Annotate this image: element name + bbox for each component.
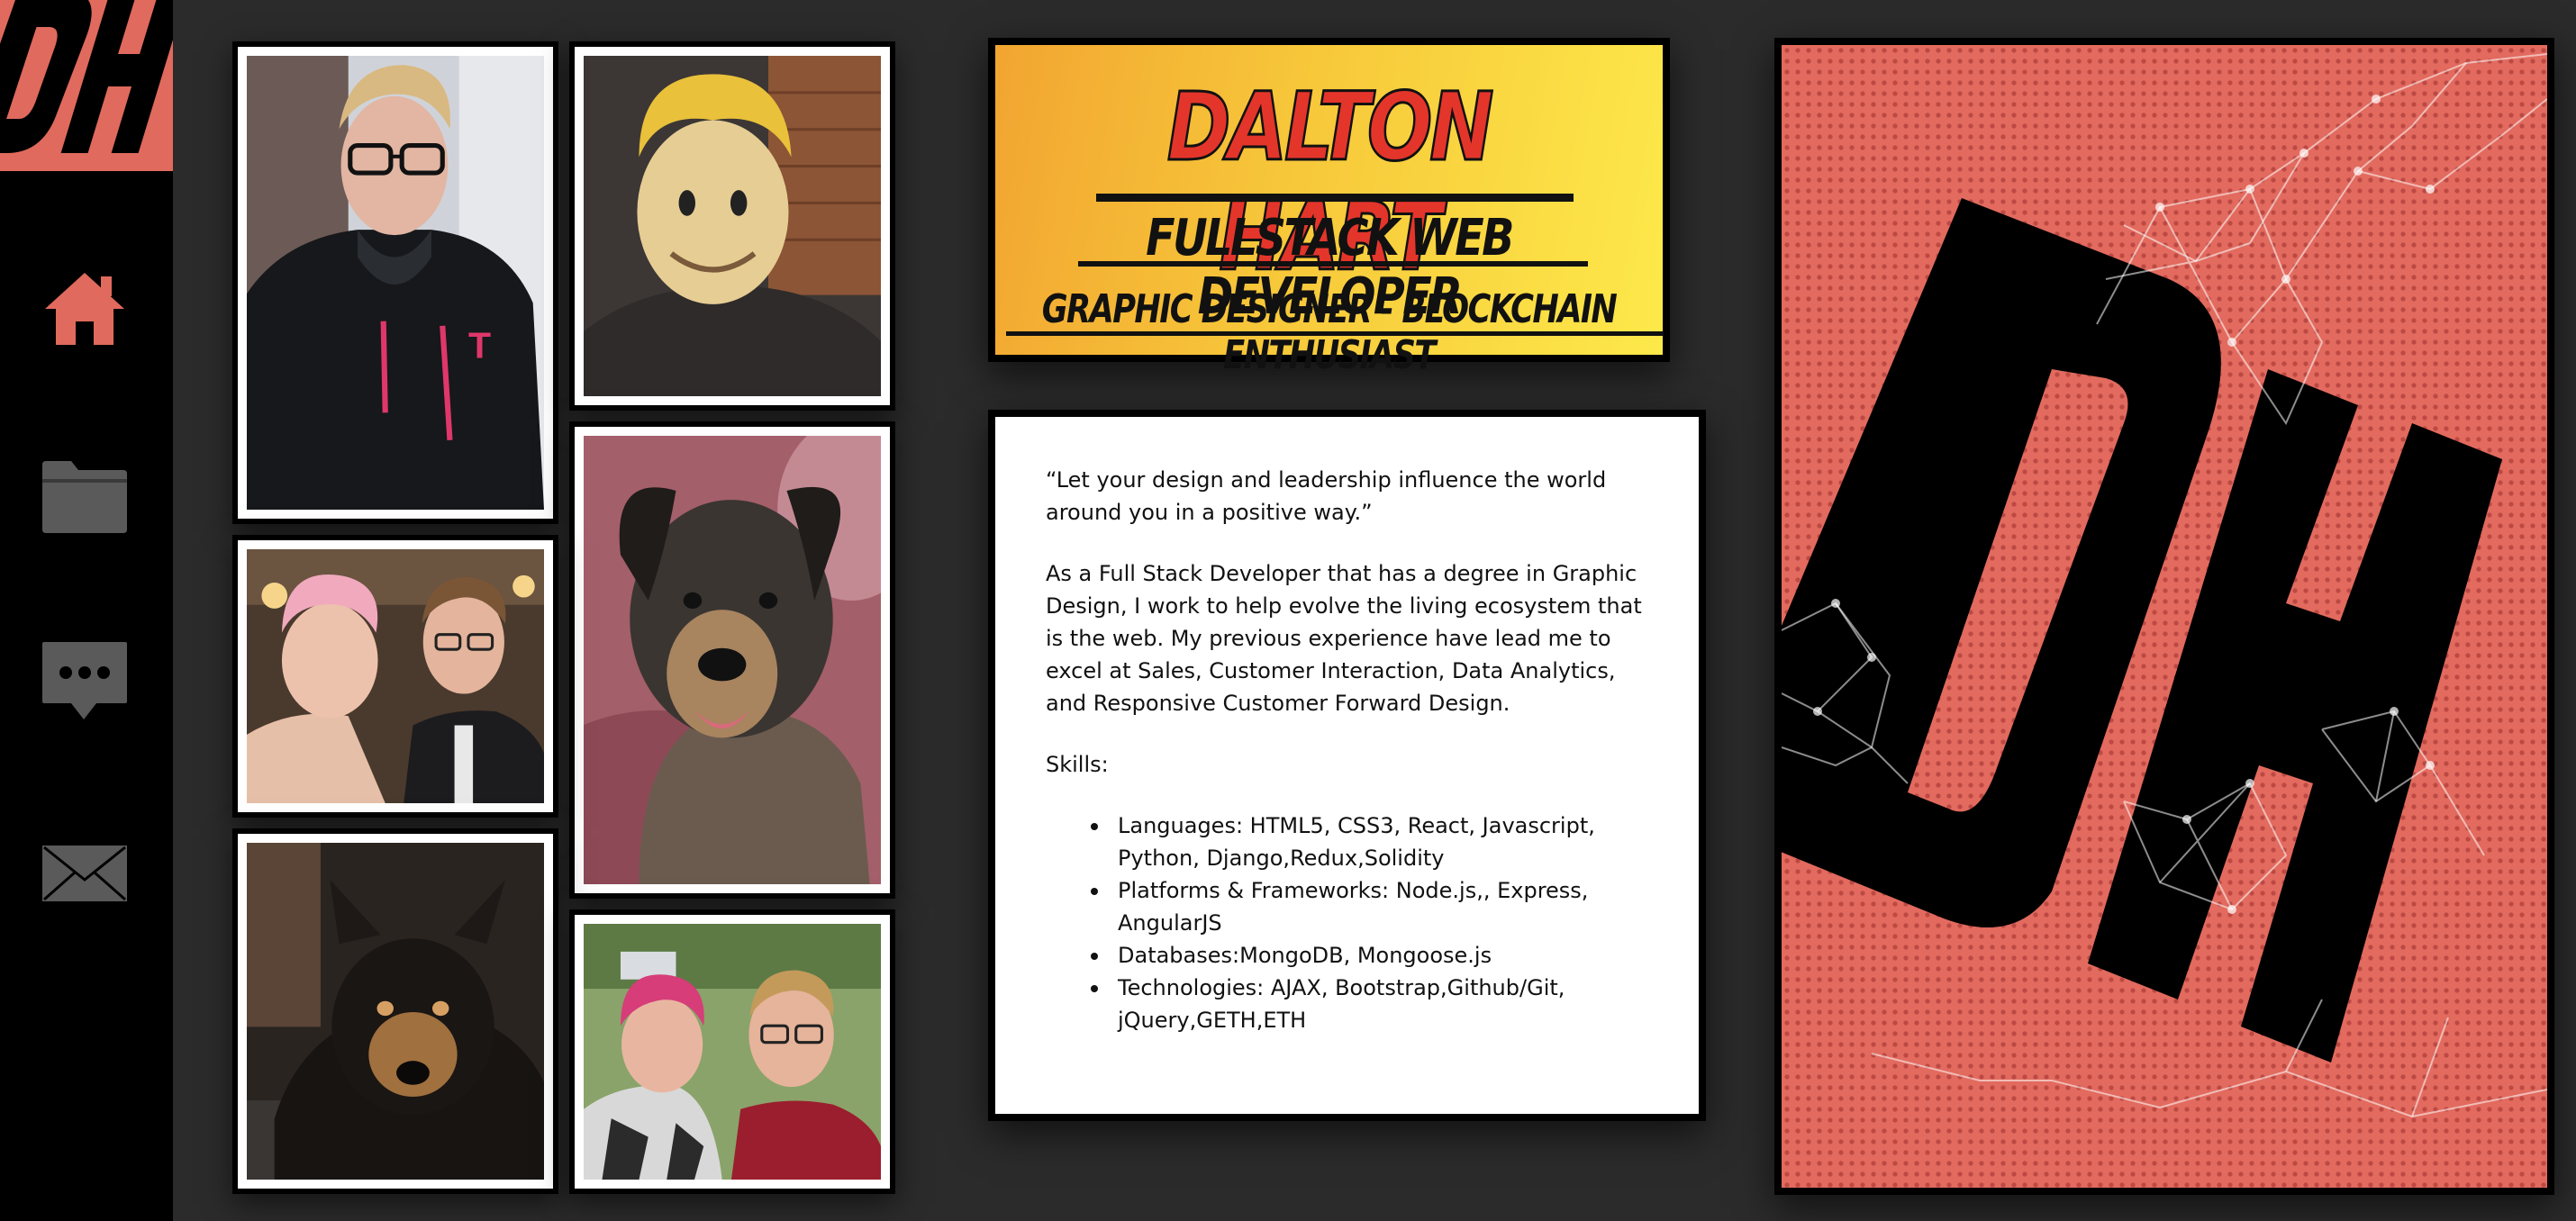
quote-text: “Let your design and leadership influenc… (1046, 467, 1607, 525)
portrait-glasses-image: T (247, 56, 544, 510)
photo-couple-formal[interactable] (232, 535, 558, 818)
skill-item: Languages: HTML5, CSS3, React, Javascrip… (1091, 809, 1646, 874)
photo-dog-lying[interactable] (232, 828, 558, 1194)
nav-portfolio[interactable] (38, 450, 132, 544)
couple-formal-image (247, 549, 544, 803)
mail-icon (42, 846, 127, 901)
photo-portrait-glasses[interactable]: T (232, 41, 558, 524)
title-underline (1096, 194, 1574, 202)
job-title-underline (1078, 261, 1588, 267)
bobblehead-mask-image (584, 56, 881, 396)
dog-sitting-image (584, 436, 881, 884)
skill-item: Platforms & Frameworks: Node.js,, Expres… (1091, 874, 1646, 939)
nav-chat[interactable] (38, 635, 132, 728)
skills-heading: Skills: (1046, 752, 1109, 777)
skills-list: Languages: HTML5, CSS3, React, Javascrip… (1091, 809, 1646, 1036)
logo[interactable]: DH (0, 0, 173, 171)
skill-item: Databases:MongoDB, Mongoose.js (1091, 939, 1646, 972)
logo-mark: DH (0, 0, 173, 153)
svg-text:T: T (468, 324, 491, 366)
dh-poster-art: DH (1782, 53, 2547, 1118)
dog-lying-image (247, 843, 544, 1180)
home-icon (45, 273, 124, 345)
photo-dog-sitting[interactable] (569, 421, 895, 899)
chat-icon (42, 642, 127, 719)
nav-home[interactable] (38, 261, 132, 355)
folder-icon (42, 461, 127, 533)
title-card: DALTON HART FULLSTACK WEB DEVELOPER GRAP… (988, 38, 1670, 378)
sidebar: DH (0, 0, 173, 1221)
couple-outdoor-image (584, 924, 881, 1180)
logo-poster: DH (1774, 38, 2554, 1195)
nav-contact[interactable] (38, 827, 132, 920)
subtitle-underline (1006, 331, 1664, 336)
skill-item: Technologies: AJAX, Bootstrap,Github/Git… (1091, 972, 1646, 1036)
photo-couple-outdoor[interactable] (569, 909, 895, 1194)
about-card: “Let your design and leadership influenc… (988, 410, 1706, 1121)
photo-bobblehead-mask[interactable] (569, 41, 895, 411)
bio-text: As a Full Stack Developer that has a deg… (1046, 561, 1642, 716)
